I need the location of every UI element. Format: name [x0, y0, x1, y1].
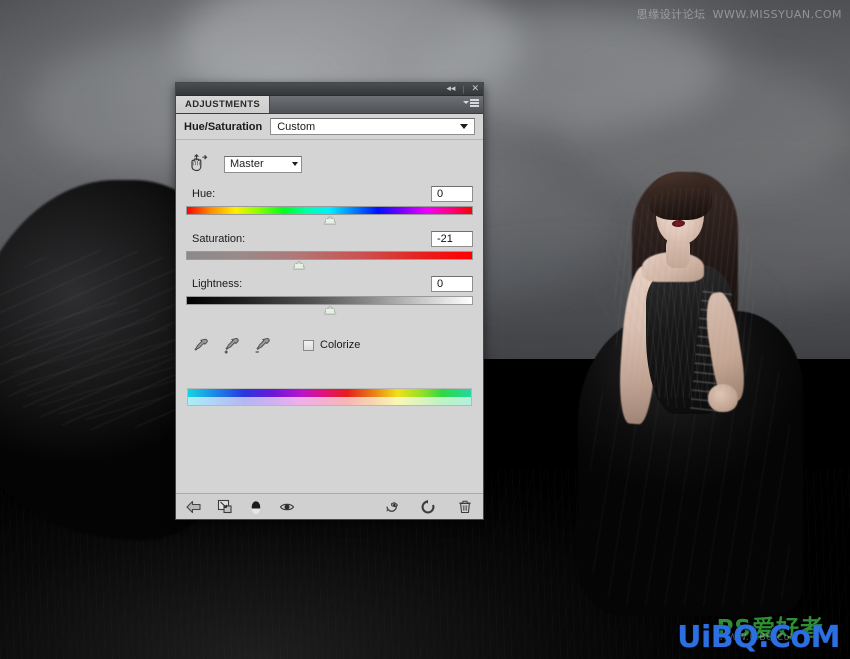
colorize-checkbox[interactable]: [303, 339, 314, 351]
slider-value-saturation[interactable]: -21: [431, 231, 473, 247]
footer-left-group: [185, 498, 296, 516]
view-previous-state-button[interactable]: [382, 498, 400, 516]
channel-dropdown[interactable]: Master: [224, 155, 302, 173]
on-image-adjustment-hand-icon[interactable]: [186, 153, 208, 175]
toggle-layer-visibility-button[interactable]: [278, 498, 296, 516]
titlebar-separator: |: [462, 84, 465, 94]
footer-right-group: [382, 498, 474, 516]
adjustment-type-label: Hue/Saturation: [184, 120, 263, 133]
panel-menu-icon[interactable]: [463, 99, 479, 107]
slider-track-wrap-saturation[interactable]: [186, 251, 473, 269]
panel-tabbar: ADJUSTMENTS: [176, 96, 483, 114]
slider-hue: Hue: 0: [186, 184, 473, 224]
tools-row: Colorize: [186, 330, 473, 360]
slider-lightness: Lightness: 0: [186, 274, 473, 314]
preset-dropdown-value: Custom: [277, 120, 316, 133]
hue-spectrum-bar-result[interactable]: [187, 397, 472, 406]
slider-thumb-saturation[interactable]: [293, 261, 306, 269]
screenshot-stage: 思缘设计论坛 WWW.MISSYUAN.COM PS爱好者 WWW.UiBQ.Co…: [0, 0, 850, 659]
chevron-down-icon: [460, 124, 468, 129]
chevron-down-icon: [292, 162, 298, 166]
slider-thumb-lightness[interactable]: [323, 306, 336, 314]
eyedropper-add-icon[interactable]: [223, 337, 240, 354]
panel-body: Master Hue: 0 Saturation: -21 Lightness: 0: [176, 140, 483, 406]
channel-row: Master: [186, 150, 473, 178]
tab-adjustments[interactable]: ADJUSTMENTS: [176, 96, 271, 113]
adjustments-panel: ◂◂ | ✕ ADJUSTMENTS Hue/Saturation Custom: [175, 82, 484, 520]
colorize-label: Colorize: [320, 339, 361, 351]
slider-track-lightness[interactable]: [186, 296, 473, 305]
channel-dropdown-value: Master: [230, 158, 264, 170]
slider-head-lightness: Lightness: 0: [186, 274, 473, 294]
watermark-top-right: 思缘设计论坛 WWW.MISSYUAN.COM: [637, 6, 842, 22]
reset-adjustment-button[interactable]: [419, 498, 437, 516]
preset-row: Hue/Saturation Custom: [176, 114, 483, 140]
watermark-bottom-right: PS爱好者 WWW.UiBQ.CoM UiBQ.CoM: [644, 609, 844, 657]
panel-titlebar: ◂◂ | ✕: [176, 83, 483, 96]
slider-track-saturation[interactable]: [186, 251, 473, 260]
watermark-forum-url: WWW.MISSYUAN.COM: [712, 8, 842, 21]
delete-adjustment-layer-button[interactable]: [456, 498, 474, 516]
slider-value-lightness[interactable]: 0: [431, 276, 473, 292]
slider-track-wrap-lightness[interactable]: [186, 296, 473, 314]
preset-dropdown[interactable]: Custom: [270, 118, 475, 135]
sliders-container: Hue: 0 Saturation: -21 Lightness: 0: [186, 184, 473, 314]
slider-track-hue[interactable]: [186, 206, 473, 215]
close-icon[interactable]: ✕: [471, 84, 479, 94]
panel-menu-lines: [470, 99, 479, 107]
hue-spectrum-bars: [186, 388, 473, 406]
slider-head-saturation: Saturation: -21: [186, 229, 473, 249]
eyedropper-icon[interactable]: [192, 337, 209, 354]
watermark-site-name: UiBQ.CoM: [677, 620, 840, 655]
slider-label-saturation: Saturation:: [192, 233, 246, 245]
slider-head-hue: Hue: 0: [186, 184, 473, 204]
collapse-to-icons-button[interactable]: ◂◂: [446, 84, 455, 94]
toggle-layer-visibility-preview-button[interactable]: [247, 498, 265, 516]
slider-value-hue[interactable]: 0: [431, 186, 473, 202]
slider-saturation: Saturation: -21: [186, 229, 473, 269]
return-to-adjustment-list-button[interactable]: [185, 498, 203, 516]
slider-label-hue: Hue:: [192, 188, 216, 200]
watermark-forum-name: 思缘设计论坛: [636, 8, 706, 21]
hue-spectrum-bar-original: [187, 388, 472, 397]
panel-menu-triangle: [463, 101, 469, 105]
slider-label-lightness: Lightness:: [192, 278, 243, 290]
slider-thumb-hue[interactable]: [323, 216, 336, 224]
eyedropper-subtract-icon[interactable]: [254, 337, 271, 354]
woman-figure: [560, 96, 810, 616]
colorize-checkbox-row[interactable]: Colorize: [303, 339, 360, 351]
clip-to-layer-button[interactable]: [216, 498, 234, 516]
slider-track-wrap-hue[interactable]: [186, 206, 473, 224]
panel-footer: [176, 493, 483, 519]
